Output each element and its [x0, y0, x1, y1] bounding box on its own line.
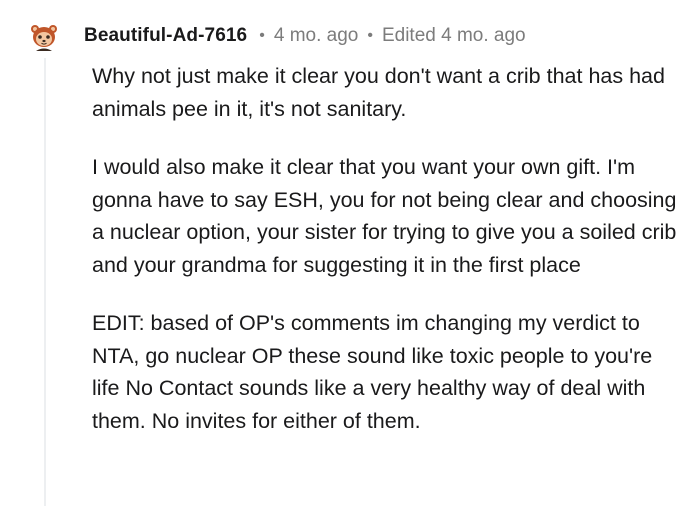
- author-username[interactable]: Beautiful-Ad-7616: [84, 25, 247, 47]
- comment-paragraph: I would also make it clear that you want…: [92, 155, 677, 277]
- snoo-avatar-icon: [31, 25, 57, 51]
- thread-line[interactable]: [44, 58, 46, 506]
- meta-separator: •: [367, 27, 373, 44]
- comment-meta: Beautiful-Ad-7616 • 4 mo. ago • Edited 4…: [84, 22, 526, 50]
- edited-label: Edited 4 mo. ago: [381, 25, 526, 46]
- comment-timestamp[interactable]: 4 mo. ago: [274, 25, 359, 47]
- comment-paragraph: Why not just make it clear you don't wan…: [92, 64, 665, 121]
- user-avatar[interactable]: [28, 20, 60, 52]
- comment-paragraph: EDIT: based of OP's comments im changing…: [92, 311, 653, 433]
- meta-separator: •: [259, 27, 265, 44]
- comment-body: Why not just make it clear you don't wan…: [92, 60, 682, 463]
